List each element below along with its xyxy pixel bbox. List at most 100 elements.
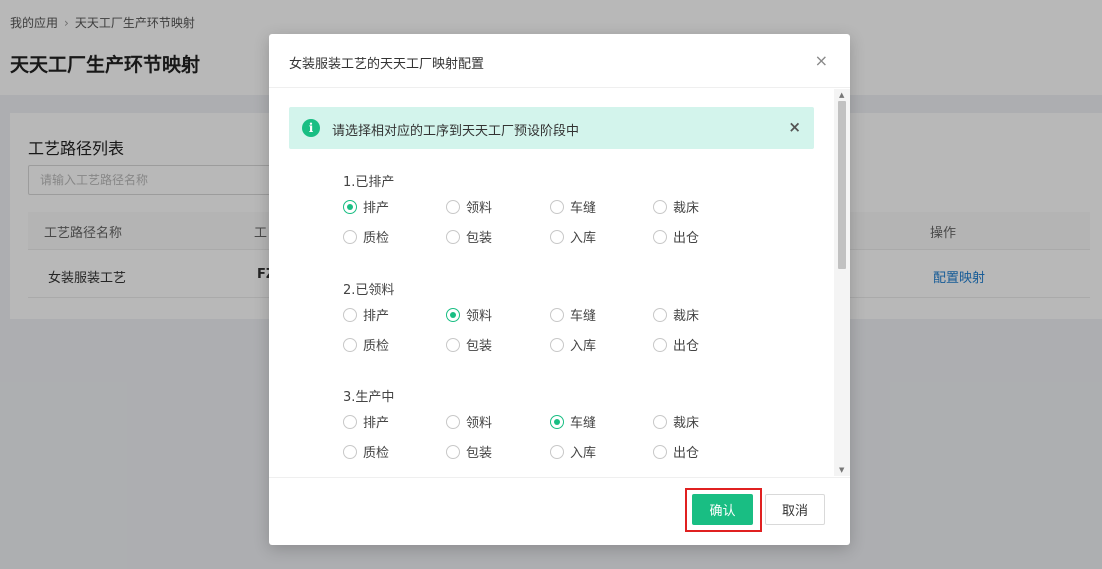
radio-option[interactable]: 车缝 — [550, 412, 596, 431]
radio-option[interactable]: 领料 — [446, 197, 492, 216]
radio-button[interactable] — [550, 307, 564, 322]
radio-option[interactable]: 入库 — [550, 442, 596, 461]
radio-label: 入库 — [570, 339, 597, 354]
cancel-button[interactable]: 取消 — [765, 494, 825, 525]
radio-option[interactable]: 包装 — [446, 442, 492, 461]
radio-row: 质检 包装 入库 出仓 — [343, 436, 783, 466]
radio-option[interactable]: 包装 — [446, 227, 492, 246]
radio-button[interactable] — [653, 337, 667, 352]
stage-group-title: 3.生产中 — [343, 390, 395, 405]
radio-option[interactable]: 入库 — [550, 227, 596, 246]
radio-button[interactable] — [550, 229, 564, 244]
stage-group: 3.生产中排产 领料 车缝 裁床质检 包装 入库 出仓 — [343, 386, 783, 466]
radio-label: 裁床 — [673, 201, 700, 216]
radio-row: 排产 领料 车缝 裁床 — [343, 191, 783, 221]
radio-option[interactable]: 出仓 — [653, 335, 699, 354]
radio-option[interactable]: 裁床 — [653, 197, 699, 216]
radio-option[interactable]: 出仓 — [653, 442, 699, 461]
radio-label: 包装 — [466, 231, 493, 246]
radio-button[interactable] — [446, 307, 460, 322]
scroll-thumb[interactable] — [838, 101, 846, 269]
radio-button[interactable] — [343, 337, 357, 352]
stage-group: 1.已排产排产 领料 车缝 裁床质检 包装 入库 出仓 — [343, 171, 783, 251]
radio-label: 裁床 — [673, 416, 700, 431]
radio-option[interactable]: 车缝 — [550, 197, 596, 216]
radio-button[interactable] — [446, 229, 460, 244]
radio-button[interactable] — [446, 444, 460, 459]
radio-button[interactable] — [653, 229, 667, 244]
close-icon[interactable]: × — [815, 53, 828, 69]
radio-label: 质检 — [363, 446, 390, 461]
radio-label: 领料 — [466, 201, 493, 216]
dialog-body: i 请选择相对应的工序到天天工厂预设阶段中 × 1.已排产 排产 领料 车缝 裁床 质检包… — [269, 89, 850, 476]
radio-button[interactable] — [653, 444, 667, 459]
alert-close-icon[interactable]: × — [788, 118, 801, 136]
radio-option[interactable]: 质检 — [343, 227, 389, 246]
radio-button[interactable] — [343, 229, 357, 244]
radio-option[interactable]: 车缝 — [550, 305, 596, 324]
stage-group: 2.已领料排产 领料 车缝 裁床质检 包装 入库 出仓 — [343, 279, 783, 359]
radio-label: 排产 — [363, 309, 390, 324]
info-alert: i 请选择相对应的工序到天天工厂预设阶段中 × — [289, 107, 814, 149]
radio-button[interactable] — [343, 307, 357, 322]
radio-button[interactable] — [550, 444, 564, 459]
radio-option[interactable]: 裁床 — [653, 305, 699, 324]
radio-option[interactable]: 质检 — [343, 442, 389, 461]
radio-button[interactable] — [550, 199, 564, 214]
radio-option[interactable]: 出仓 — [653, 227, 699, 246]
radio-row: 质检 包装 入库 出仓 — [343, 221, 783, 251]
radio-option[interactable]: 领料 — [446, 305, 492, 324]
radio-label: 裁床 — [673, 309, 700, 324]
radio-label: 入库 — [570, 446, 597, 461]
radio-button[interactable] — [343, 199, 357, 214]
radio-label: 车缝 — [570, 309, 597, 324]
radio-label: 质检 — [363, 231, 390, 246]
stage-group-title: 2.已领料 — [343, 283, 395, 298]
radio-row: 质检 包装 入库 出仓 — [343, 329, 783, 359]
radio-label: 车缝 — [570, 416, 597, 431]
radio-button[interactable] — [343, 414, 357, 429]
radio-row: 排产 领料 车缝 裁床 — [343, 406, 783, 436]
radio-label: 质检 — [363, 339, 390, 354]
radio-label: 出仓 — [673, 231, 700, 246]
radio-label: 排产 — [363, 416, 390, 431]
dialog-header: 女装服装工艺的天天工厂映射配置 × — [269, 34, 850, 88]
radio-label: 领料 — [466, 309, 493, 324]
radio-button[interactable] — [653, 307, 667, 322]
radio-button[interactable] — [446, 337, 460, 352]
scroll-up-icon[interactable]: ▲ — [839, 91, 844, 99]
radio-option[interactable]: 质检 — [343, 335, 389, 354]
radio-button[interactable] — [446, 414, 460, 429]
radio-option[interactable]: 入库 — [550, 335, 596, 354]
dialog-footer: 确认 取消 — [269, 477, 850, 545]
radio-label: 领料 — [466, 416, 493, 431]
confirm-button[interactable]: 确认 — [692, 494, 753, 525]
radio-option[interactable]: 领料 — [446, 412, 492, 431]
dialog-scrollbar[interactable]: ▲ ▼ — [834, 89, 850, 476]
scroll-down-icon[interactable]: ▼ — [839, 466, 844, 474]
mapping-config-dialog: 女装服装工艺的天天工厂映射配置 × i 请选择相对应的工序到天天工厂预设阶段中 … — [269, 34, 850, 545]
radio-button[interactable] — [653, 414, 667, 429]
alert-message: 请选择相对应的工序到天天工厂预设阶段中 — [332, 124, 580, 139]
radio-option[interactable]: 裁床 — [653, 412, 699, 431]
radio-button[interactable] — [550, 414, 564, 429]
dialog-title: 女装服装工艺的天天工厂映射配置 — [289, 57, 485, 72]
radio-label: 出仓 — [673, 339, 700, 354]
radio-label: 出仓 — [673, 446, 700, 461]
radio-button[interactable] — [446, 199, 460, 214]
radio-option[interactable]: 包装 — [446, 335, 492, 354]
radio-label: 车缝 — [570, 201, 597, 216]
radio-option[interactable]: 排产 — [343, 412, 389, 431]
radio-option[interactable]: 排产 — [343, 305, 389, 324]
radio-label: 包装 — [466, 339, 493, 354]
radio-button[interactable] — [343, 444, 357, 459]
radio-label: 排产 — [363, 201, 390, 216]
info-icon: i — [302, 119, 320, 137]
radio-button[interactable] — [653, 199, 667, 214]
radio-row: 排产 领料 车缝 裁床 — [343, 299, 783, 329]
radio-option[interactable]: 排产 — [343, 197, 389, 216]
radio-label: 入库 — [570, 231, 597, 246]
radio-label: 包装 — [466, 446, 493, 461]
stage-group-title: 1.已排产 — [343, 175, 395, 190]
radio-button[interactable] — [550, 337, 564, 352]
